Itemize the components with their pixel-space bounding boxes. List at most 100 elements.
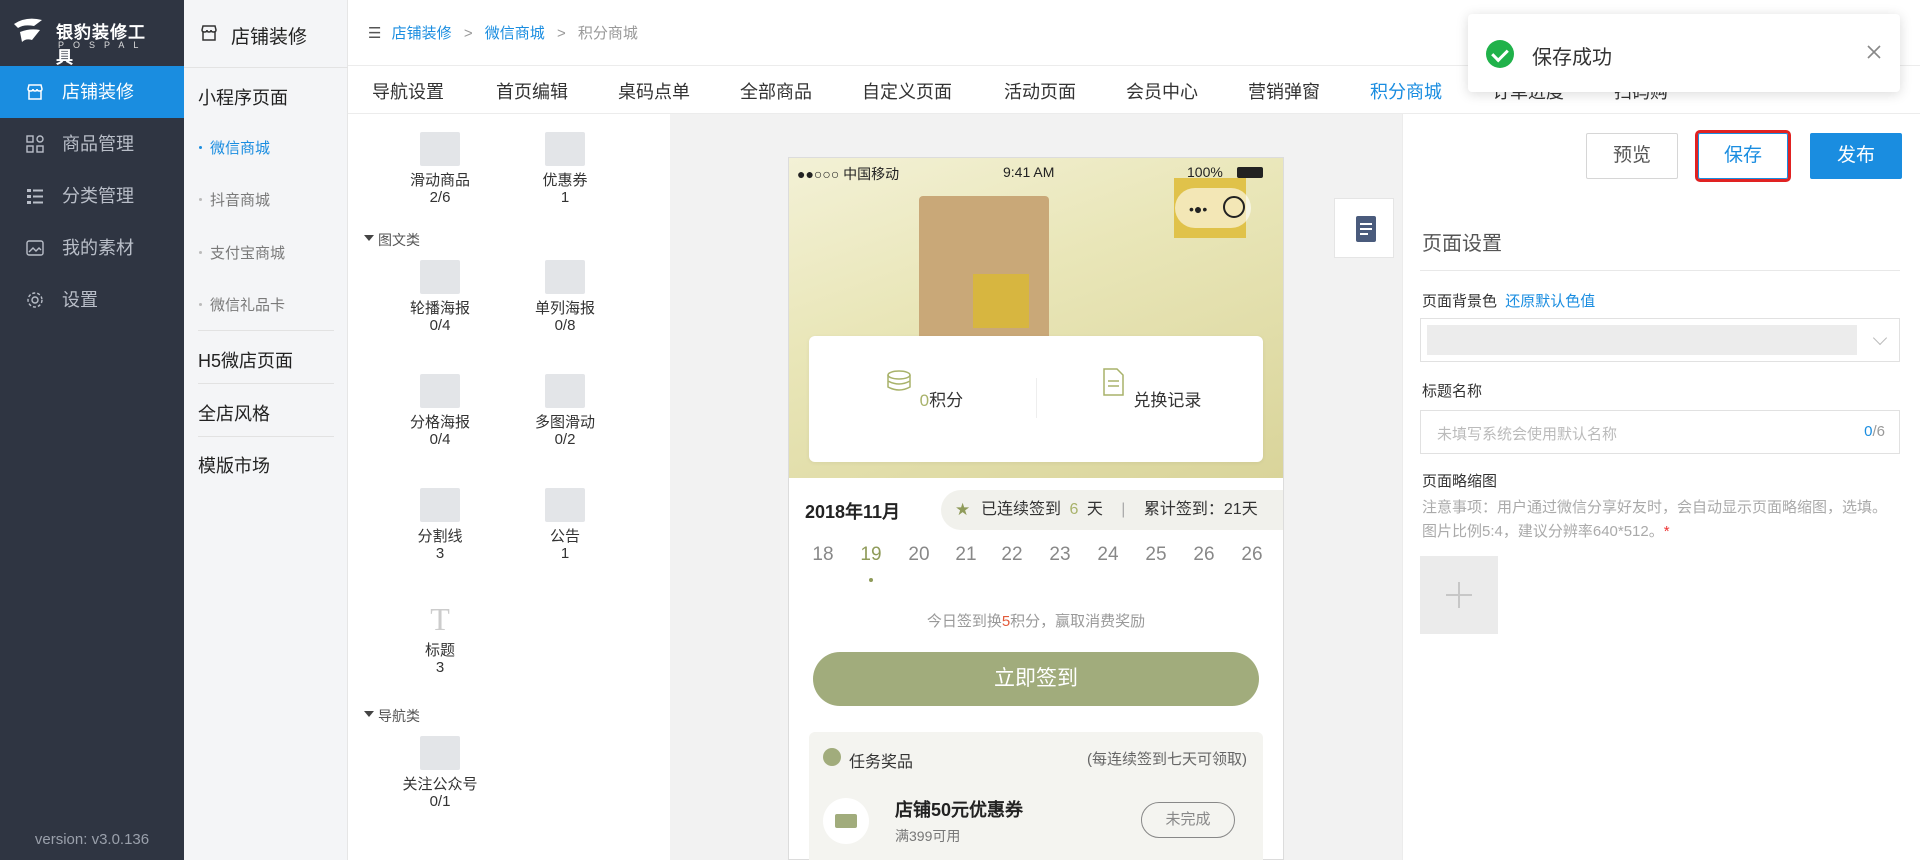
component-multi-slide[interactable]: 多图滑动 0/2 [515,374,615,448]
sidebar-item-label: 设置 [62,290,98,310]
sign-in-button[interactable]: 立即签到 [813,652,1259,706]
component-follow-account[interactable]: 关注公众号 0/1 [390,736,490,810]
day-item[interactable]: 24 [1088,544,1128,566]
day-item[interactable]: 20 [899,544,939,566]
component-thumb-icon [420,132,460,166]
sub-link-alipay-mall[interactable]: 支付宝商城 [198,242,285,263]
component-single-poster[interactable]: 单列海报 0/8 [515,260,615,334]
day-item-current[interactable]: 19 [851,544,891,566]
divider [1036,378,1037,418]
sidebar-item-label: 我的素材 [62,238,134,258]
day-item[interactable]: 21 [946,544,986,566]
settings-title: 页面设置 [1422,233,1502,255]
component-count: 0/4 [429,431,451,448]
day-item[interactable]: 18 [803,544,843,566]
component-count: 3 [435,659,445,676]
coins-icon [887,370,911,391]
component-thumb-icon [420,488,460,522]
records-column[interactable]: 兑换记录 [1049,366,1249,411]
breadcrumb-item[interactable]: 店铺装修 [392,25,452,42]
breadcrumb-item[interactable]: 微信商城 [485,25,545,42]
thumbnail-upload-button[interactable] [1420,556,1498,634]
task-name: 店铺50元优惠券 [895,800,1024,820]
day-strip: 18 19 20 21 22 23 24 25 26 26 [789,544,1283,574]
thumbnail-note: 注意事项：用户通过微信分享好友时，会自动显示页面略缩图，选填。图片比例5:4，建… [1422,496,1892,544]
hint-pre: 今日签到换 [926,613,1002,630]
preview-button[interactable]: 预览 [1586,133,1678,179]
component-label: 分格海报 [409,414,470,431]
component-grid-poster[interactable]: 分格海报 0/4 [390,374,490,448]
breadcrumb-current: 积分商城 [577,25,638,42]
sidebar-item-settings[interactable]: 设置 [0,274,184,326]
component-slide-products[interactable]: 滑动商品 2/6 [390,132,490,206]
component-coupon[interactable]: 优惠券 1 [515,132,615,206]
title-name-input[interactable]: 未填写系统会使用默认名称 0/6 [1420,410,1900,454]
component-group-nav[interactable]: 导航类 [364,706,420,726]
publish-button[interactable]: 发布 [1810,133,1902,179]
capsule-menu[interactable]: •●• [1175,188,1251,228]
component-carousel[interactable]: 轮播海报 0/4 [390,260,490,334]
tab-points-mall[interactable]: 积分商城 [1370,78,1442,104]
sidebar-item-categories[interactable]: 分类管理 [0,170,184,222]
sub-section-templates[interactable]: 模版市场 [198,452,270,478]
sub-link-gift-card[interactable]: 微信礼品卡 [198,294,285,315]
tab-nav-settings[interactable]: 导航设置 [372,78,444,104]
sidebar-item-store-decoration[interactable]: 店铺装修 [0,66,184,118]
color-swatch[interactable] [1427,325,1857,355]
task-status-button[interactable]: 未完成 [1141,802,1235,838]
sub-sidebar: 店铺装修 小程序页面 微信商城 抖音商城 支付宝商城 微信礼品卡 H5微店页面 … [184,0,348,860]
points-value: 0 [919,391,930,410]
thumbnail-label: 页面略缩图 [1422,473,1498,490]
component-thumb-icon [545,132,585,166]
component-notice[interactable]: 公告 1 [515,488,615,562]
sub-section-style[interactable]: 全店风格 [198,400,270,426]
chevron-down-icon[interactable] [1872,330,1888,346]
bg-color-picker[interactable] [1420,318,1900,362]
day-item[interactable]: 23 [1040,544,1080,566]
component-label: 分割线 [417,528,463,545]
component-panel: 滑动商品 2/6 优惠券 1 图文类 轮播海报 0/4 单列海报 0/8 分格海报 0/4… [348,114,670,860]
sidebar-item-products[interactable]: 商品管理 [0,118,184,170]
tab-all-products[interactable]: 全部商品 [740,78,812,104]
close-mini-icon[interactable] [1223,196,1245,218]
reset-color-link[interactable]: 还原默认色值 [1505,293,1595,310]
divider [198,330,334,331]
day-item[interactable]: 22 [992,544,1032,566]
today-dot [869,578,873,582]
close-icon[interactable] [1866,44,1882,60]
more-icon[interactable]: •●• [1189,201,1207,217]
points-label: 积分 [929,391,964,410]
sidebar-item-label: 分类管理 [62,186,134,206]
component-thumb-icon [545,374,585,408]
day-item[interactable]: 25 [1136,544,1176,566]
sidebar-item-materials[interactable]: 我的素材 [0,222,184,274]
logo-mark-icon [14,18,42,42]
component-count: 1 [560,545,570,562]
task-condition: 满399可用 [895,828,961,844]
day-item[interactable]: 26 [1184,544,1224,566]
tab-custom-page[interactable]: 自定义页面 [862,78,952,104]
component-group-graphic[interactable]: 图文类 [364,230,420,250]
tab-popup[interactable]: 营销弹窗 [1248,78,1320,104]
tab-home-edit[interactable]: 首页编辑 [496,78,568,104]
component-title[interactable]: T 标题 3 [390,602,490,676]
component-divider[interactable]: 分割线 3 [390,488,490,562]
grid-icon [26,135,44,153]
sub-section-miniprogram[interactable]: 小程序页面 [198,84,288,110]
tab-table-order[interactable]: 桌码点单 [618,78,690,104]
points-column[interactable]: 0积分 [823,366,1023,411]
tab-member[interactable]: 会员中心 [1126,78,1198,104]
sub-link-wechat-mall[interactable]: 微信商城 [198,137,270,158]
menu-icon[interactable]: ☰ [368,25,381,42]
save-button[interactable]: 保存 [1695,130,1791,182]
component-thumb-icon [420,260,460,294]
tab-activity[interactable]: 活动页面 [1004,78,1076,104]
sub-section-h5[interactable]: H5微店页面 [198,347,293,373]
component-label: 公告 [549,528,580,545]
phone-preview: ●●○○○ 中国移动 9:41 AM 100% •●• 0积分 兑换记录 201… [788,157,1284,860]
page-doc-button[interactable] [1334,198,1394,258]
carrier-label: ●●○○○ 中国移动 [797,166,900,182]
hero-banner: ●●○○○ 中国移动 9:41 AM 100% •●• 0积分 兑换记录 [789,158,1283,478]
sub-link-douyin-mall[interactable]: 抖音商城 [198,189,270,210]
day-item[interactable]: 26 [1232,544,1272,566]
